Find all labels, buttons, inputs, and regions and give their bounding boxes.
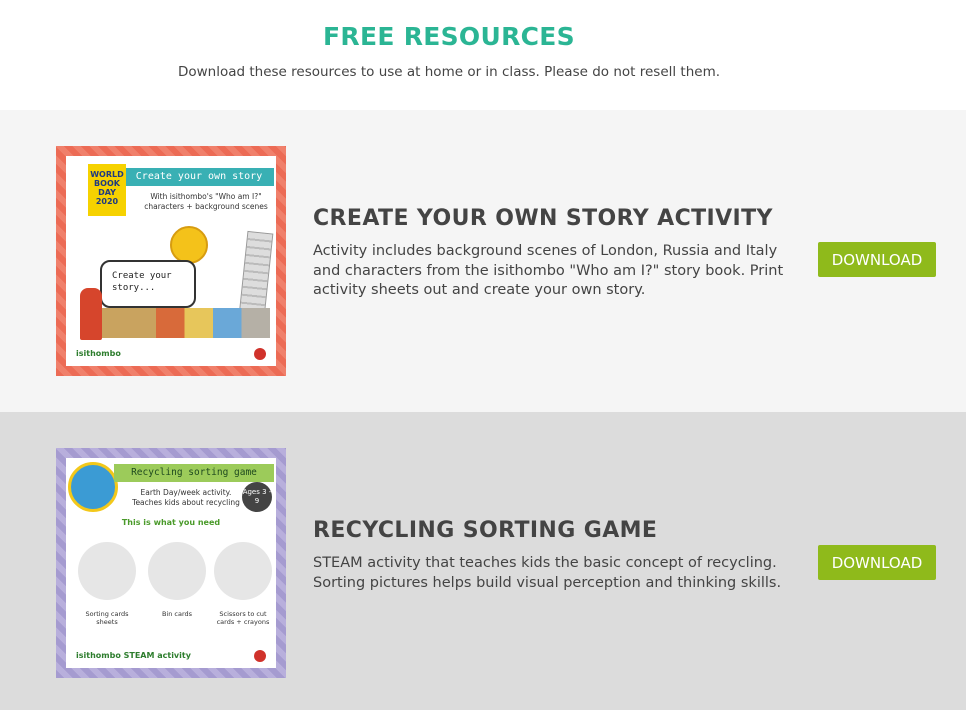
download-button[interactable]: DOWNLOAD: [818, 242, 936, 277]
bin-cards-icon: [148, 542, 206, 600]
resource-row-story: Create your own story WORLD BOOK DAY 202…: [0, 110, 966, 412]
recycling-game-thumbnail[interactable]: Recycling sorting game Earth Day/week ac…: [56, 448, 286, 678]
resource-title: CREATE YOUR OWN STORY ACTIVITY: [313, 206, 773, 231]
download-button[interactable]: DOWNLOAD: [818, 545, 936, 580]
item-label: Bin cards: [161, 610, 193, 618]
thumbnail-card: Create your own story WORLD BOOK DAY 202…: [66, 156, 276, 366]
ages-badge: Ages 3 - 9: [242, 482, 272, 512]
kid-character-icon: [80, 288, 102, 340]
brand-mark-icon: [254, 650, 266, 662]
thumbnail-banner: Create your own story: [124, 168, 274, 186]
thumbnail-banner: Recycling sorting game: [114, 464, 274, 482]
story-activity-thumbnail[interactable]: Create your own story WORLD BOOK DAY 202…: [56, 146, 286, 376]
city-skyline-illustration: [80, 308, 270, 338]
needs-heading: This is what you need: [121, 518, 221, 527]
sun-character-icon: [170, 226, 208, 264]
scissors-icon: [214, 542, 272, 600]
sorting-cards-icon: [78, 542, 136, 600]
page-header: FREE RESOURCES Download these resources …: [0, 0, 966, 110]
page-subtitle: Download these resources to use at home …: [177, 64, 721, 80]
page-title: FREE RESOURCES: [323, 22, 575, 51]
resource-description: Activity includes background scenes of L…: [313, 243, 784, 298]
thumbnail-subtitle: With isithombo's "Who am I?" characters …: [144, 192, 268, 211]
brand-mark-icon: [254, 348, 266, 360]
resource-title: RECYCLING SORTING GAME: [313, 518, 658, 543]
book-day-badge: WORLD BOOK DAY 2020: [88, 164, 126, 216]
brand-logo: isithombo: [76, 349, 121, 358]
resource-description: STEAM activity that teaches kids the bas…: [313, 555, 782, 591]
resource-row-recycling: Recycling sorting game Earth Day/week ac…: [0, 412, 966, 710]
earth-character-icon: [68, 462, 118, 512]
thumbnail-card: Recycling sorting game Earth Day/week ac…: [66, 458, 276, 668]
resource-content: RECYCLING SORTING GAME STEAM activity th…: [313, 518, 803, 593]
resource-content: CREATE YOUR OWN STORY ACTIVITY Activity …: [313, 206, 803, 301]
speech-bubble: Create your story...: [100, 260, 196, 308]
thumbnail-subtitle: Earth Day/week activity. Teaches kids ab…: [132, 488, 240, 507]
item-label: Scissors to cut cards + crayons: [216, 610, 270, 626]
brand-logo: isithombo STEAM activity: [76, 651, 191, 660]
item-label: Sorting cards sheets: [85, 610, 129, 626]
